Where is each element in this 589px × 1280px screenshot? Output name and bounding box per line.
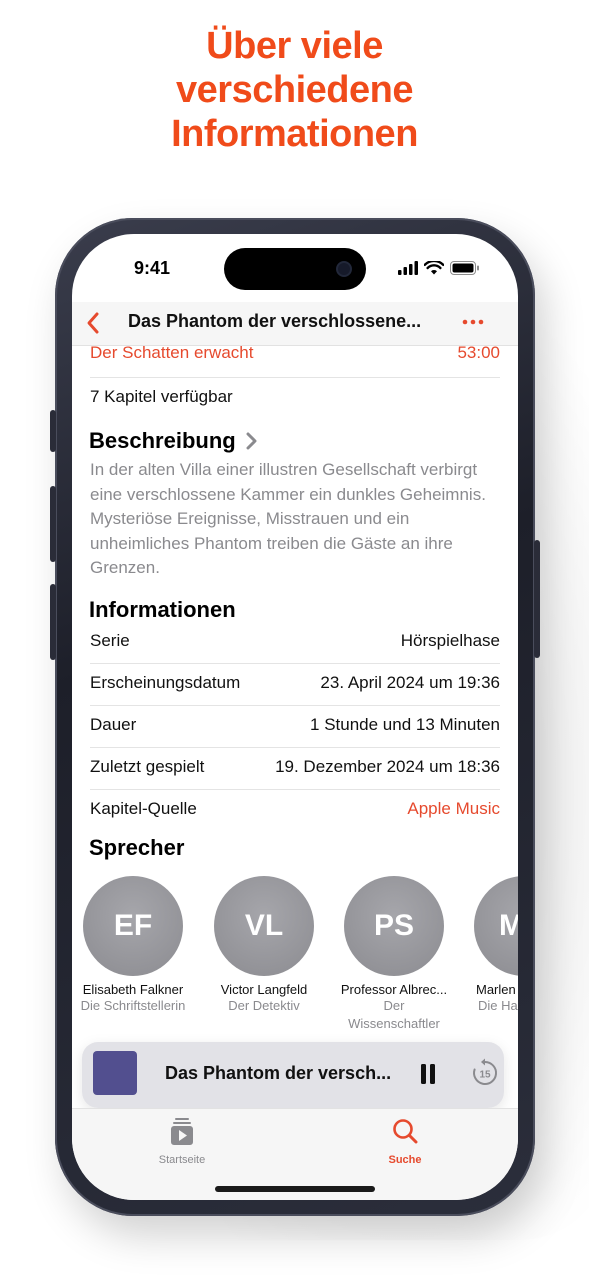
info-label: Zuletzt gespielt	[90, 757, 205, 776]
chapter-title: Der Schatten erwacht	[90, 343, 254, 362]
headline: Über viele verschiedene Informationen	[0, 24, 589, 156]
skip-label: 15	[479, 1070, 491, 1081]
skip-back-15-icon[interactable]: 15	[470, 1058, 500, 1088]
chapter-source-link[interactable]: Apple Music	[407, 799, 500, 819]
speaker-name: Elisabeth Falkner	[82, 982, 184, 997]
speakers-carousel[interactable]: EF Elisabeth Falkner Die Schriftstelleri…	[72, 876, 518, 1046]
speaker-name: Professor Albrec...	[340, 982, 448, 997]
wifi-icon	[424, 261, 444, 275]
info-value: 1 Stunde und 13 Minuten	[310, 715, 500, 734]
volume-up-button	[50, 486, 56, 562]
info-row-series: Serie Hörspielhase	[90, 622, 500, 664]
info-value: Hörspielhase	[400, 631, 500, 650]
mini-player-artwork	[93, 1051, 137, 1095]
tab-label: Startseite	[158, 1154, 206, 1166]
phone-screen: 9:41 Das Phantom der verschlossene... De…	[72, 234, 518, 1200]
info-row-duration: Dauer 1 Stunde und 13 Minuten	[90, 706, 500, 748]
speaker-card[interactable]: VL Victor Langfeld Der Detektiv	[199, 876, 329, 1015]
status-icons	[398, 261, 480, 275]
speaker-card[interactable]: EF Elisabeth Falkner Die Schriftstelleri…	[72, 876, 198, 1015]
information-heading: Informationen	[89, 597, 236, 622]
volume-down-button	[50, 584, 56, 660]
speaker-role: Die Schriftstellerin	[80, 998, 186, 1013]
speaker-card[interactable]: PS Professor Albrec... Der Wissenschaftl…	[329, 876, 459, 1033]
action-button	[50, 410, 56, 452]
status-time: 9:41	[134, 258, 171, 278]
avatar: EF	[83, 876, 183, 976]
chevron-right-icon	[246, 432, 257, 450]
cellular-signal-icon	[398, 261, 418, 275]
speaker-role: Der Wissenschaftler	[348, 998, 440, 1031]
tab-home[interactable]: Startseite	[132, 1117, 232, 1166]
mini-player[interactable]: Das Phantom der versch... 15	[82, 1042, 504, 1108]
nav-title: Das Phantom der verschlossene...	[128, 311, 422, 331]
chapters-available: 7 Kapitel verfügbar	[90, 387, 233, 406]
info-row-chapter-source: Kapitel-Quelle Apple Music	[90, 790, 500, 832]
tab-label: Suche	[388, 1154, 422, 1166]
mini-player-title: Das Phantom der versch...	[165, 1063, 392, 1083]
speaker-name: Victor Langfeld	[220, 982, 308, 997]
chapter-duration: 53:00	[457, 343, 500, 362]
avatar: VL	[214, 876, 314, 976]
speaker-name: Marlen	[476, 982, 516, 997]
speaker-role: Die Ha	[478, 998, 518, 1013]
ellipsis-icon[interactable]	[458, 310, 488, 334]
headline-line-3: Informationen	[171, 113, 418, 155]
speakers-heading: Sprecher	[89, 835, 185, 860]
tab-search[interactable]: Suche	[355, 1117, 455, 1166]
description-text: In der alten Villa einer illustren Gesel…	[90, 460, 486, 578]
chapter-row[interactable]: Der Schatten erwacht 53:00	[90, 343, 500, 378]
info-label: Erscheinungsdatum	[90, 673, 241, 692]
info-value: 19. Dezember 2024 um 18:36	[275, 757, 500, 776]
info-label: Kapitel-Quelle	[90, 799, 197, 818]
camera-icon	[336, 261, 352, 277]
chevron-left-icon[interactable]	[80, 308, 108, 338]
pause-icon[interactable]	[418, 1063, 438, 1085]
speaker-role: Der Detektiv	[228, 998, 300, 1013]
headline-line-1: Über viele	[206, 25, 383, 67]
description-heading-button[interactable]: Beschreibung	[89, 428, 258, 454]
info-row-last-played: Zuletzt gespielt 19. Dezember 2024 um 18…	[90, 748, 500, 790]
speaker-card[interactable]: M Marlen Die Ha	[459, 876, 518, 1015]
dynamic-island	[224, 248, 366, 290]
description-heading: Beschreibung	[89, 428, 236, 453]
info-label: Serie	[90, 631, 130, 650]
avatar: M	[474, 876, 518, 976]
navigation-bar: Das Phantom der verschlossene...	[72, 302, 518, 346]
search-icon	[393, 1119, 418, 1144]
info-value: 23. April 2024 um 19:36	[320, 673, 500, 692]
info-row-release-date: Erscheinungsdatum 23. April 2024 um 19:3…	[90, 664, 500, 706]
battery-icon	[450, 261, 479, 275]
avatar: PS	[344, 876, 444, 976]
home-play-icon	[171, 1118, 193, 1145]
power-button	[534, 540, 540, 658]
home-indicator[interactable]	[215, 1186, 375, 1192]
info-label: Dauer	[90, 715, 137, 734]
headline-line-2: verschiedene	[176, 69, 413, 111]
